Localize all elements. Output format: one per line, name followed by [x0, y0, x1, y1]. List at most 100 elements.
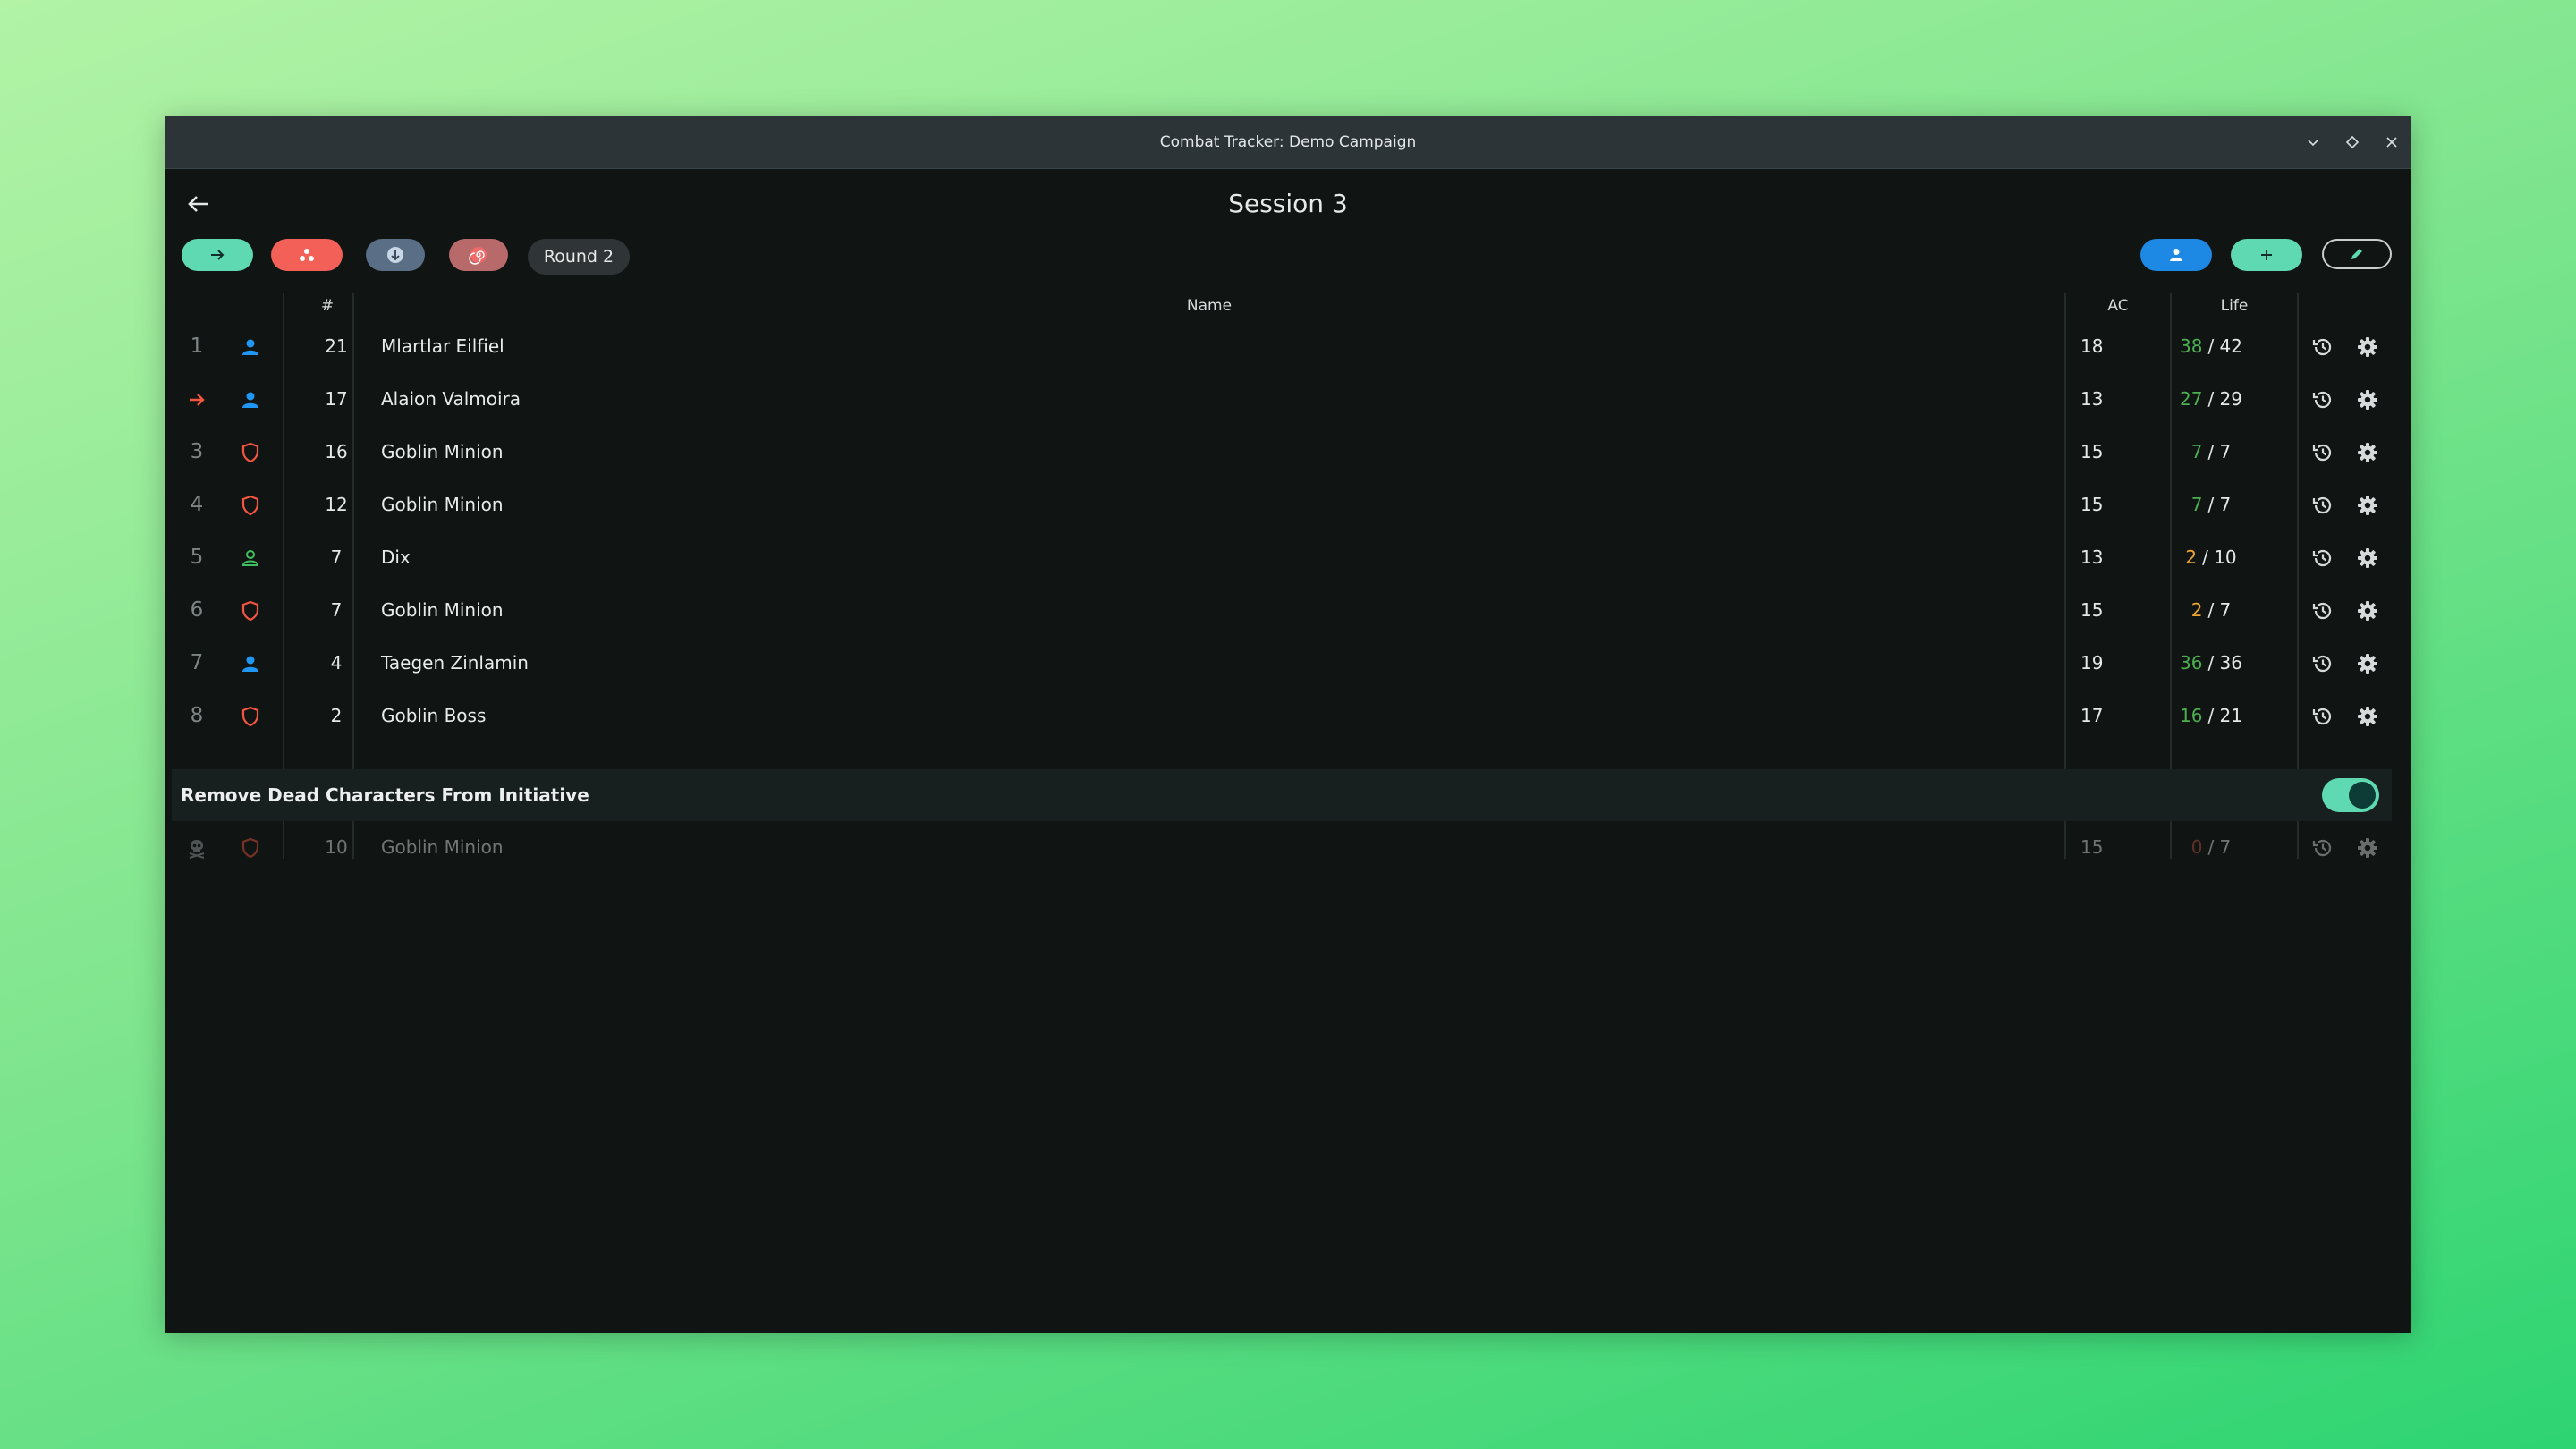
table-row[interactable]: 4 12 Goblin Minion 15 7/ 7 [175, 479, 2397, 531]
character-name[interactable]: Mlartlar Eilfiel [381, 320, 504, 373]
life-value[interactable]: 0/ 7 [2157, 821, 2265, 874]
initiative-value[interactable]: 17 [309, 373, 363, 426]
history-icon[interactable] [2309, 531, 2336, 584]
life-value[interactable]: 7/ 7 [2157, 426, 2265, 479]
character-name[interactable]: Alaion Valmoira [381, 373, 521, 426]
table-row[interactable]: 17 Alaion Valmoira 13 27/ 29 [175, 373, 2397, 426]
armor-class-value[interactable]: 13 [2080, 373, 2103, 426]
character-name[interactable]: Goblin Minion [381, 479, 504, 531]
spiral-icon [469, 247, 487, 265]
life-value[interactable]: 27/ 29 [2157, 373, 2265, 426]
header-ac[interactable]: AC [2066, 297, 2170, 315]
character-name[interactable]: Goblin Minion [381, 821, 504, 874]
header-name[interactable]: Name [354, 297, 2064, 315]
gear-icon[interactable] [2354, 821, 2381, 874]
armor-class-value[interactable]: 17 [2080, 690, 2103, 742]
person-icon [238, 320, 263, 373]
character-name[interactable]: Dix [381, 531, 411, 584]
page-title: Session 3 [1228, 189, 1348, 218]
person-icon [238, 637, 263, 690]
table-row[interactable]: 6 7 Goblin Minion 15 2/ 7 [175, 584, 2397, 637]
gear-icon[interactable] [2354, 426, 2381, 479]
initiative-value[interactable]: 21 [309, 320, 363, 373]
close-icon[interactable] [2383, 133, 2401, 151]
shield-icon [238, 479, 263, 531]
conditions-button[interactable] [449, 239, 508, 271]
life-value[interactable]: 38/ 42 [2157, 320, 2265, 373]
armor-class-value[interactable]: 19 [2080, 637, 2103, 690]
edit-button[interactable] [2322, 239, 2392, 269]
initiative-value[interactable]: 7 [309, 584, 363, 637]
life-current: 2 [2185, 547, 2198, 568]
life-current: 27 [2180, 388, 2203, 410]
row-index: 7 [190, 651, 204, 674]
life-max: / 7 [2207, 441, 2232, 462]
minimize-icon[interactable] [2304, 133, 2322, 151]
life-current: 38 [2180, 335, 2203, 357]
armor-class-value[interactable]: 18 [2080, 320, 2103, 373]
group-button[interactable] [271, 239, 343, 271]
history-icon[interactable] [2309, 426, 2336, 479]
initiative-value[interactable]: 10 [309, 821, 363, 874]
history-icon[interactable] [2309, 821, 2336, 874]
life-current: 2 [2190, 599, 2203, 621]
life-value[interactable]: 2/ 7 [2157, 584, 2265, 637]
gear-icon[interactable] [2354, 320, 2381, 373]
person-icon [2170, 249, 2182, 261]
armor-class-value[interactable]: 15 [2080, 426, 2103, 479]
history-icon[interactable] [2309, 637, 2336, 690]
gear-icon[interactable] [2354, 479, 2381, 531]
initiative-value[interactable]: 12 [309, 479, 363, 531]
history-icon[interactable] [2309, 584, 2336, 637]
armor-class-value[interactable]: 15 [2080, 584, 2103, 637]
table-row[interactable]: 8 2 Goblin Boss 17 16/ 21 [175, 690, 2397, 742]
table-row[interactable]: 1 21 Mlartlar Eilfiel 18 38/ 42 [175, 320, 2397, 373]
gear-icon[interactable] [2354, 584, 2381, 637]
row-index: 1 [190, 335, 204, 358]
titlebar: Combat Tracker: Demo Campaign [165, 116, 2411, 169]
round-indicator[interactable]: Round 2 [528, 239, 630, 275]
gear-icon[interactable] [2354, 373, 2381, 426]
row-index: 6 [190, 598, 204, 622]
maximize-icon[interactable] [2343, 133, 2361, 151]
life-value[interactable]: 2/ 10 [2157, 531, 2265, 584]
character-name[interactable]: Goblin Boss [381, 690, 486, 742]
life-max: / 42 [2207, 335, 2242, 357]
armor-class-value[interactable]: 15 [2080, 479, 2103, 531]
header-life[interactable]: Life [2172, 297, 2297, 315]
character-name[interactable]: Goblin Minion [381, 584, 504, 637]
life-current: 0 [2190, 836, 2203, 858]
gear-icon[interactable] [2354, 690, 2381, 742]
dead-character-row[interactable]: 10 Goblin Minion 15 0/ 7 [175, 821, 2397, 874]
row-index: 5 [190, 546, 204, 569]
armor-class-value[interactable]: 13 [2080, 531, 2103, 584]
next-turn-button[interactable] [182, 239, 253, 271]
character-name[interactable]: Goblin Minion [381, 426, 504, 479]
initiative-value[interactable]: 7 [309, 531, 363, 584]
shield-icon [238, 690, 263, 742]
life-value[interactable]: 16/ 21 [2157, 690, 2265, 742]
life-value[interactable]: 36/ 36 [2157, 637, 2265, 690]
history-icon[interactable] [2309, 373, 2336, 426]
header-initiative[interactable]: # [301, 297, 354, 315]
sort-initiative-button[interactable] [366, 239, 425, 271]
table-row[interactable]: 7 4 Taegen Zinlamin 19 36/ 36 [175, 637, 2397, 690]
gear-icon[interactable] [2354, 637, 2381, 690]
table-row[interactable]: 5 7 Dix 13 2/ 10 [175, 531, 2397, 584]
armor-class-value[interactable]: 15 [2080, 821, 2103, 874]
remove-dead-toggle[interactable] [2322, 778, 2379, 812]
initiative-value[interactable]: 4 [309, 637, 363, 690]
app-window: Combat Tracker: Demo Campaign Session 3 … [165, 116, 2411, 1333]
add-combatant-button[interactable] [2231, 239, 2302, 271]
history-icon[interactable] [2309, 690, 2336, 742]
add-player-button[interactable] [2140, 239, 2212, 271]
life-value[interactable]: 7/ 7 [2157, 479, 2265, 531]
gear-icon[interactable] [2354, 531, 2381, 584]
initiative-value[interactable]: 16 [309, 426, 363, 479]
history-icon[interactable] [2309, 320, 2336, 373]
character-name[interactable]: Taegen Zinlamin [381, 637, 529, 690]
history-icon[interactable] [2309, 479, 2336, 531]
initiative-value[interactable]: 2 [309, 690, 363, 742]
table-row[interactable]: 3 16 Goblin Minion 15 7/ 7 [175, 426, 2397, 479]
shield-icon [238, 426, 263, 479]
